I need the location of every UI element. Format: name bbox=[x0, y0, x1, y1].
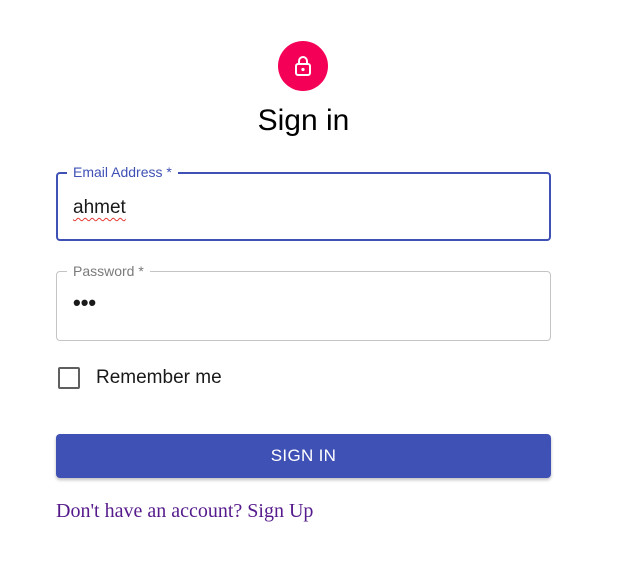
remember-me[interactable]: Remember me bbox=[56, 366, 222, 390]
remember-label[interactable]: Remember me bbox=[96, 366, 222, 390]
password-input[interactable]: ••• bbox=[73, 289, 96, 317]
page-title: Sign in bbox=[257, 104, 350, 137]
password-field[interactable]: Password * ••• bbox=[56, 262, 551, 341]
sign-in-button[interactable]: SIGN IN bbox=[56, 434, 551, 478]
email-input[interactable]: ahmet bbox=[73, 194, 126, 222]
lock-icon bbox=[295, 56, 311, 76]
email-label: Email Address * bbox=[67, 163, 178, 181]
password-label: Password * bbox=[67, 262, 150, 280]
avatar bbox=[278, 41, 328, 91]
sign-up-link[interactable]: Don't have an account? Sign Up bbox=[56, 498, 313, 524]
email-field[interactable]: Email Address * ahmet bbox=[56, 163, 551, 241]
remember-checkbox[interactable] bbox=[58, 367, 80, 389]
